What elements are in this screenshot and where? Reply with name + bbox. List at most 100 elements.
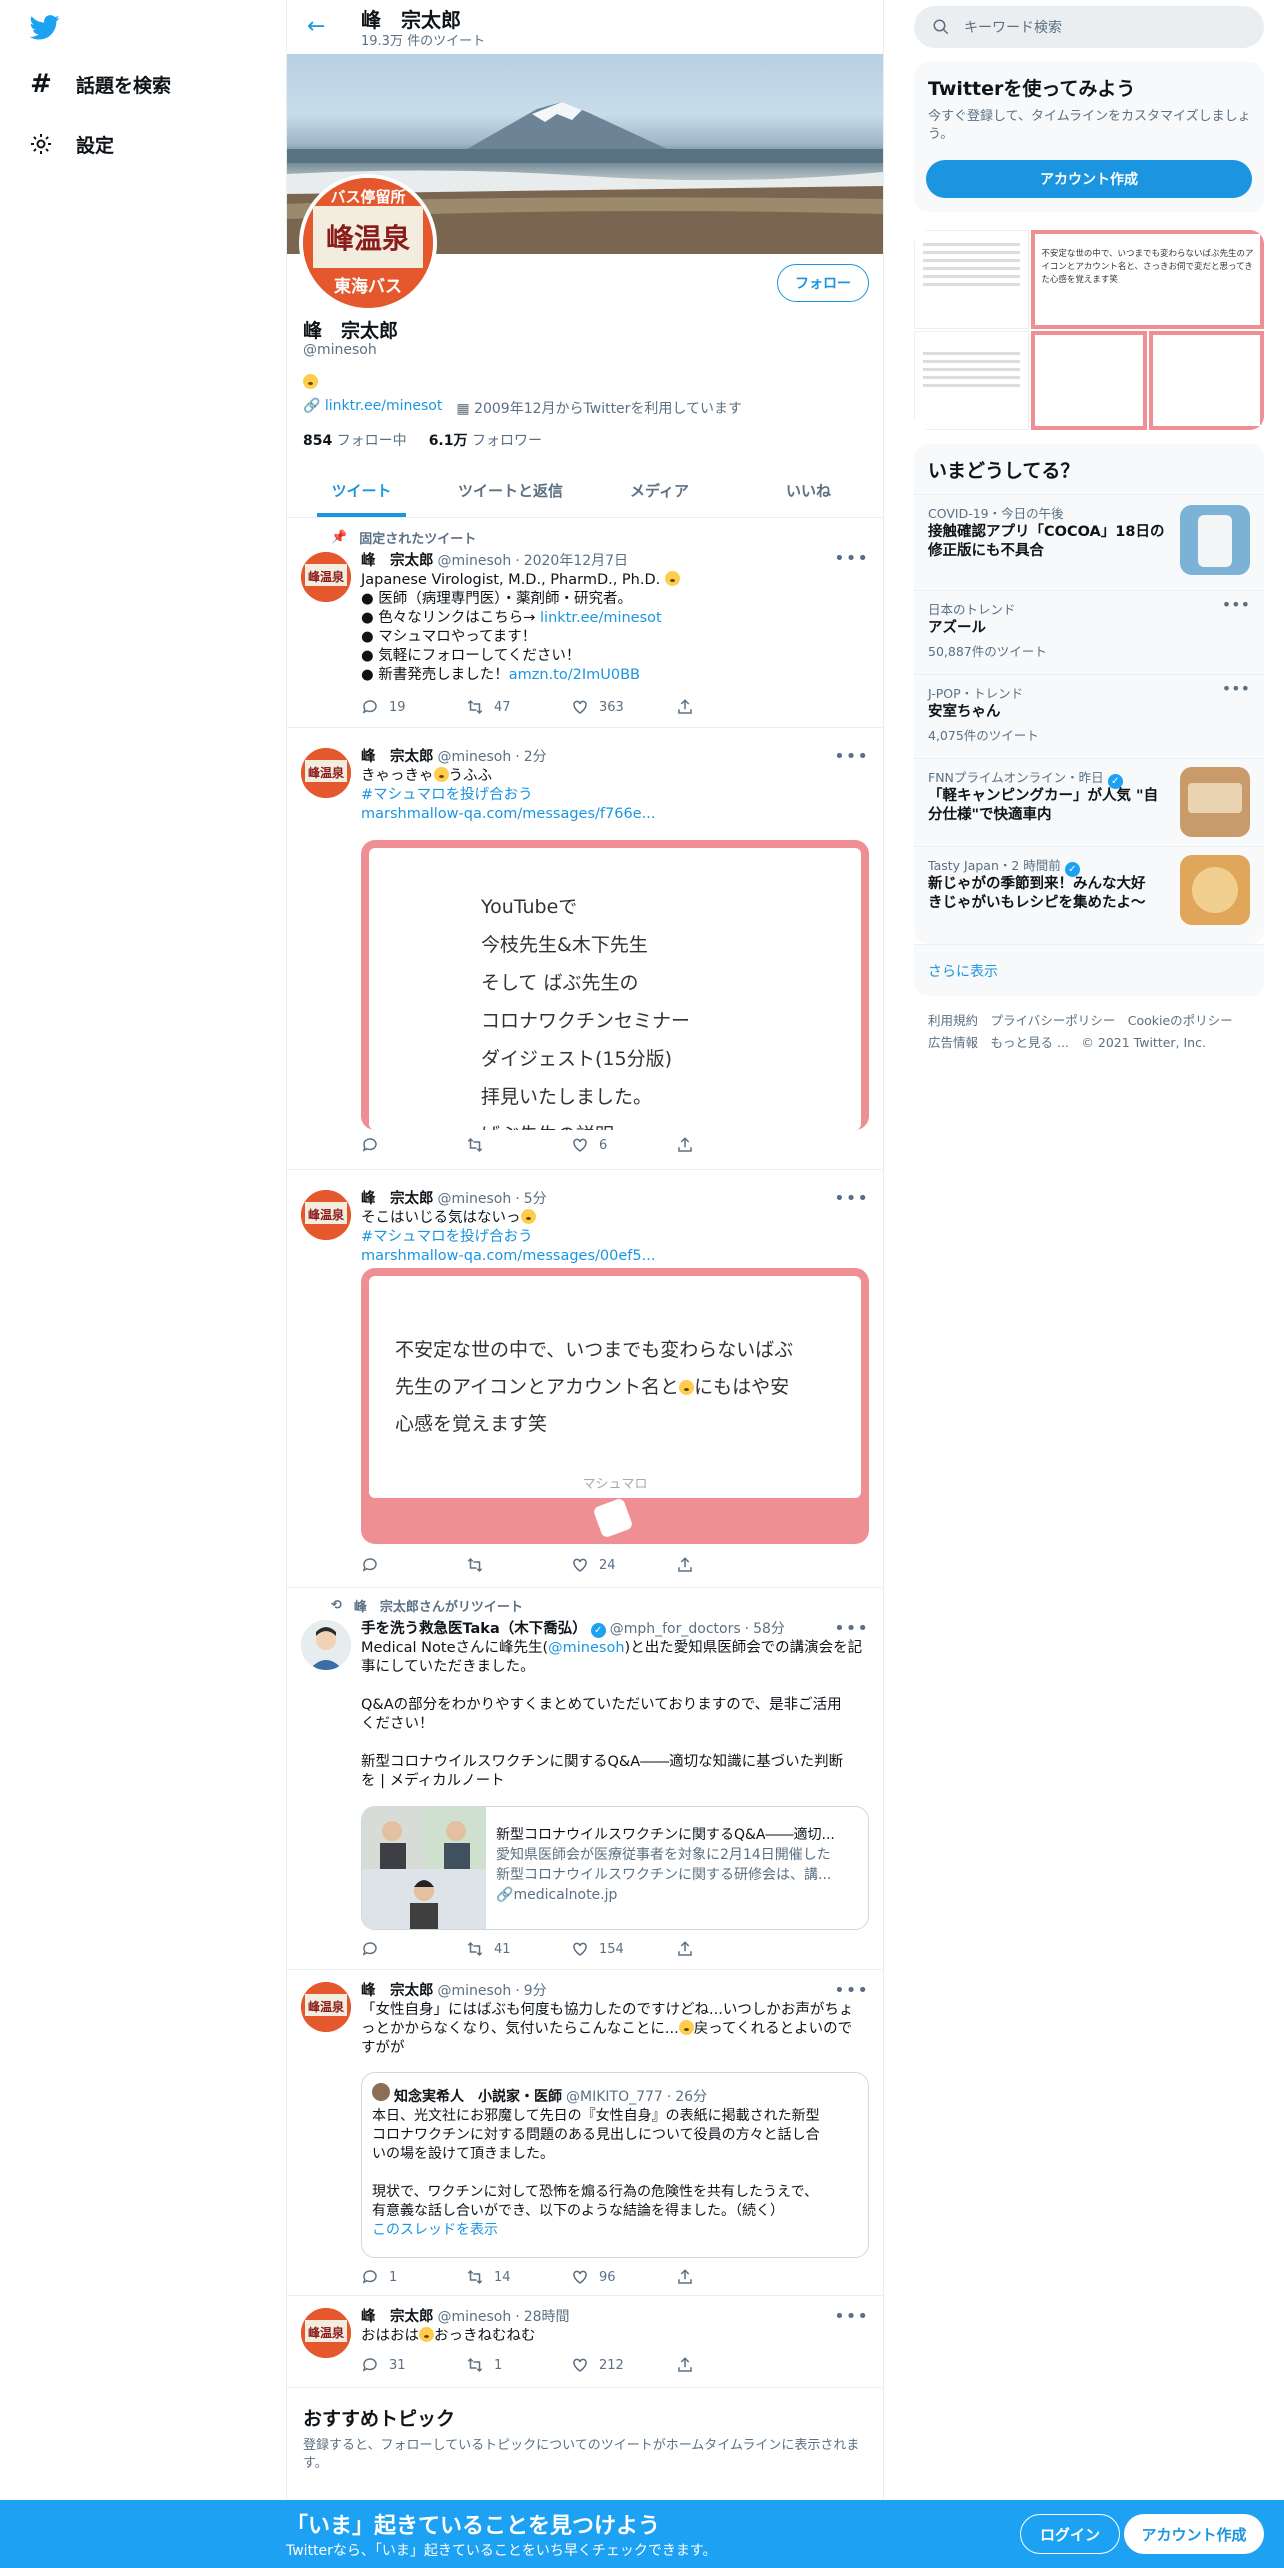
retweet-button[interactable]: 14	[466, 2268, 571, 2286]
profile-avatar[interactable]: バス停留所 峰温泉 東海バス	[299, 174, 437, 312]
share-button[interactable]	[676, 2268, 781, 2286]
svg-text:バス停留所: バス停留所	[330, 188, 405, 206]
header-tweet-count: 19.3万 件のツイート	[361, 34, 486, 49]
marshmallow-card[interactable]: 不安定な世の中で、いつまでも変わらないばぶ 先生のアイコンとアカウント名と にもは…	[361, 1268, 869, 1544]
retweet-icon	[467, 1941, 483, 1957]
like-button[interactable]: 154	[571, 1940, 676, 1958]
tab-media[interactable]: メディア	[585, 464, 734, 517]
tweet-avatar[interactable]: 峰温泉	[301, 552, 351, 602]
marshmallow-card[interactable]: YouTubeで 今枝先生&木下先生 そして ばぶ先生の コロナワクチンセミナー…	[361, 840, 869, 1130]
login-button[interactable]: ログイン	[1020, 2514, 1120, 2554]
media-thumb[interactable]	[1031, 331, 1147, 430]
like-button[interactable]: 24	[571, 1556, 676, 1574]
search-input[interactable]: キーワード検索	[964, 17, 1062, 37]
share-button[interactable]	[676, 1940, 781, 1958]
retweet-button[interactable]	[466, 1556, 571, 1574]
more-icon[interactable]: •••	[1222, 679, 1250, 698]
retweet-button[interactable]	[466, 1136, 571, 1154]
tweet-avatar[interactable]	[301, 1620, 351, 1670]
pin-icon: 📌	[331, 530, 348, 545]
show-more-row[interactable]: さらに表示	[914, 944, 1264, 996]
footer-links[interactable]: 利用規約 プライバシーポリシー Cookieのポリシー 広告情報 もっと見る .…	[928, 1010, 1258, 1054]
reply-button[interactable]: 19	[361, 698, 466, 716]
trend-item[interactable]: 日本のトレンド アズール 50,887件のツイート •••	[914, 590, 1264, 674]
twitter-logo-icon[interactable]	[28, 12, 62, 42]
tweet-with-quote[interactable]: 峰温泉 ••• 峰 宗太郎 @minesoh · 9分 「女性自身」にはばぶも何度も協…	[287, 1970, 883, 2296]
signup-button[interactable]: アカウント作成	[1124, 2514, 1264, 2554]
nav-settings[interactable]: 設定	[28, 124, 114, 164]
share-button[interactable]	[676, 698, 781, 716]
like-button[interactable]: 212	[571, 2356, 676, 2374]
share-button[interactable]	[676, 1136, 781, 1154]
svg-text:峰温泉: 峰温泉	[308, 569, 345, 584]
media-thumb[interactable]	[914, 230, 1030, 329]
tweet-avatar[interactable]: 峰温泉	[301, 2308, 351, 2358]
pinned-context: 📌 固定されたツイート	[331, 530, 477, 547]
tweet-link[interactable]: linktr.ee/minesot	[540, 610, 662, 626]
tweet[interactable]: 峰温泉 ••• 峰 宗太郎 @minesoh · 28時間 おはおは おっきねむねむ 3…	[287, 2296, 883, 2388]
profile-header-bar: ← 峰 宗太郎 19.3万 件のツイート	[287, 0, 883, 54]
more-icon[interactable]: •••	[1222, 595, 1250, 614]
retweet-context: ⟲ 峰 宗太郎さんがリツイート	[331, 1598, 523, 1615]
retweet-button[interactable]: 1	[466, 2356, 571, 2374]
trend-item[interactable]: J-POP・トレンド 安室ちゃん 4,075件のツイート •••	[914, 674, 1264, 758]
hashtag-link[interactable]: #マシュマロを投げ合おう	[361, 787, 533, 803]
tweet-link[interactable]: marshmallow-qa.com/messages/00ef5...	[361, 1248, 655, 1264]
show-thread-link[interactable]: このスレッドを表示	[372, 2222, 498, 2238]
media-grid[interactable]: 不安定な世の中で、いつまでも変わらないばぶ先生のアイコンとアカウント名と、さっき…	[914, 230, 1264, 430]
back-arrow-icon[interactable]: ←	[307, 14, 325, 39]
reply-button[interactable]: 31	[361, 2356, 466, 2374]
gear-icon	[28, 131, 54, 157]
trend-item[interactable]: COVID-19・今日の午後 接触確認アプリ「COCOA」18日の 修正版にも不…	[914, 494, 1264, 590]
hashtag-link[interactable]: #マシュマロを投げ合おう	[361, 1229, 533, 1245]
share-button[interactable]	[676, 2356, 781, 2374]
tweet-pinned[interactable]: 📌 固定されたツイート 峰温泉 ••• 峰 宗太郎 @minesoh · 2020年12…	[287, 518, 883, 728]
media-thumb[interactable]	[914, 331, 1030, 430]
trend-item[interactable]: Tasty Japan・2 時間前 ✓ 新じゃがの季節到来！みんな大好 きじゃが…	[914, 846, 1264, 944]
reply-button[interactable]	[361, 1556, 466, 1574]
tab-likes[interactable]: いいね	[734, 464, 883, 517]
trend-item[interactable]: FNNプライムオンライン・昨日 ✓ 「軽キャンピングカー」が人気 "自 分仕様"…	[914, 758, 1264, 846]
tweet-link[interactable]: amzn.to/2ImU0BB	[509, 667, 640, 683]
retweet-button[interactable]: 41	[466, 1940, 571, 1958]
tweet-avatar[interactable]: 峰温泉	[301, 1982, 351, 2032]
tweet-link[interactable]: marshmallow-qa.com/messages/f766e...	[361, 806, 655, 822]
heart-icon	[573, 1138, 587, 1152]
reply-button[interactable]	[361, 1136, 466, 1154]
like-button[interactable]: 96	[571, 2268, 676, 2286]
tab-tweets-replies[interactable]: ツイートと返信	[436, 464, 585, 517]
link-card[interactable]: 新型コロナウイルスワクチンに関するQ&A――適切... 愛知県医師会が医療従事者…	[361, 1806, 869, 1930]
create-account-button[interactable]: アカウント作成	[926, 160, 1252, 198]
profile-link[interactable]: 🔗 linktr.ee/minesot	[303, 398, 442, 418]
svg-text:峰温泉: 峰温泉	[308, 1999, 345, 2014]
header-name: 峰 宗太郎	[361, 8, 461, 32]
link-icon: 🔗	[303, 398, 321, 414]
tweet-avatar[interactable]: 峰温泉	[301, 748, 351, 798]
tab-tweets[interactable]: ツイート	[287, 464, 436, 517]
media-thumb[interactable]: 不安定な世の中で、いつまでも変わらないばぶ先生のアイコンとアカウント名と、さっき…	[1031, 230, 1264, 329]
tweet-actions: 19 47 363	[361, 698, 781, 716]
follow-button[interactable]: フォロー	[777, 264, 869, 302]
marshmallow-mascot-icon	[592, 1497, 634, 1539]
nav-explore[interactable]: # 話題を検索	[28, 64, 171, 104]
mention-link[interactable]: @minesoh	[548, 1640, 624, 1656]
heart-icon	[573, 1558, 587, 1572]
like-button[interactable]: 363	[571, 698, 676, 716]
reply-button[interactable]: 1	[361, 2268, 466, 2286]
media-thumb[interactable]	[1148, 331, 1264, 430]
tweet[interactable]: 峰温泉 ••• 峰 宗太郎 @minesoh · 5分 そこはいじる気はないっ #マシ…	[287, 1170, 883, 1588]
share-icon	[678, 1137, 692, 1152]
tweet-retweeted[interactable]: ⟲ 峰 宗太郎さんがリツイート ••• 手を洗う救急医Taka（木下喬弘） ✓ @mp…	[287, 1588, 883, 1970]
search-box[interactable]: キーワード検索	[914, 6, 1264, 48]
show-more-link[interactable]: さらに表示	[928, 961, 998, 981]
followers-stat[interactable]: 6.1万 フォロワー	[429, 430, 542, 450]
quoted-tweet[interactable]: 知念実希人 小説家・医師 @MIKITO_777 · 26分 本日、光文社にお邪魔して…	[361, 2072, 869, 2258]
share-button[interactable]	[676, 1556, 781, 1574]
like-button[interactable]: 6	[571, 1136, 676, 1154]
tweet-avatar[interactable]: 峰温泉	[301, 1190, 351, 1240]
following-stat[interactable]: 854 フォロー中	[303, 430, 407, 450]
retweet-button[interactable]: 47	[466, 698, 571, 716]
reply-button[interactable]	[361, 1940, 466, 1958]
tweet[interactable]: 峰温泉 ••• 峰 宗太郎 @minesoh · 2分 きゃっきゃ うふふ #マシュマロ…	[287, 728, 883, 1170]
profile-joined: ▦ 2009年12月からTwitterを利用しています	[456, 401, 743, 417]
